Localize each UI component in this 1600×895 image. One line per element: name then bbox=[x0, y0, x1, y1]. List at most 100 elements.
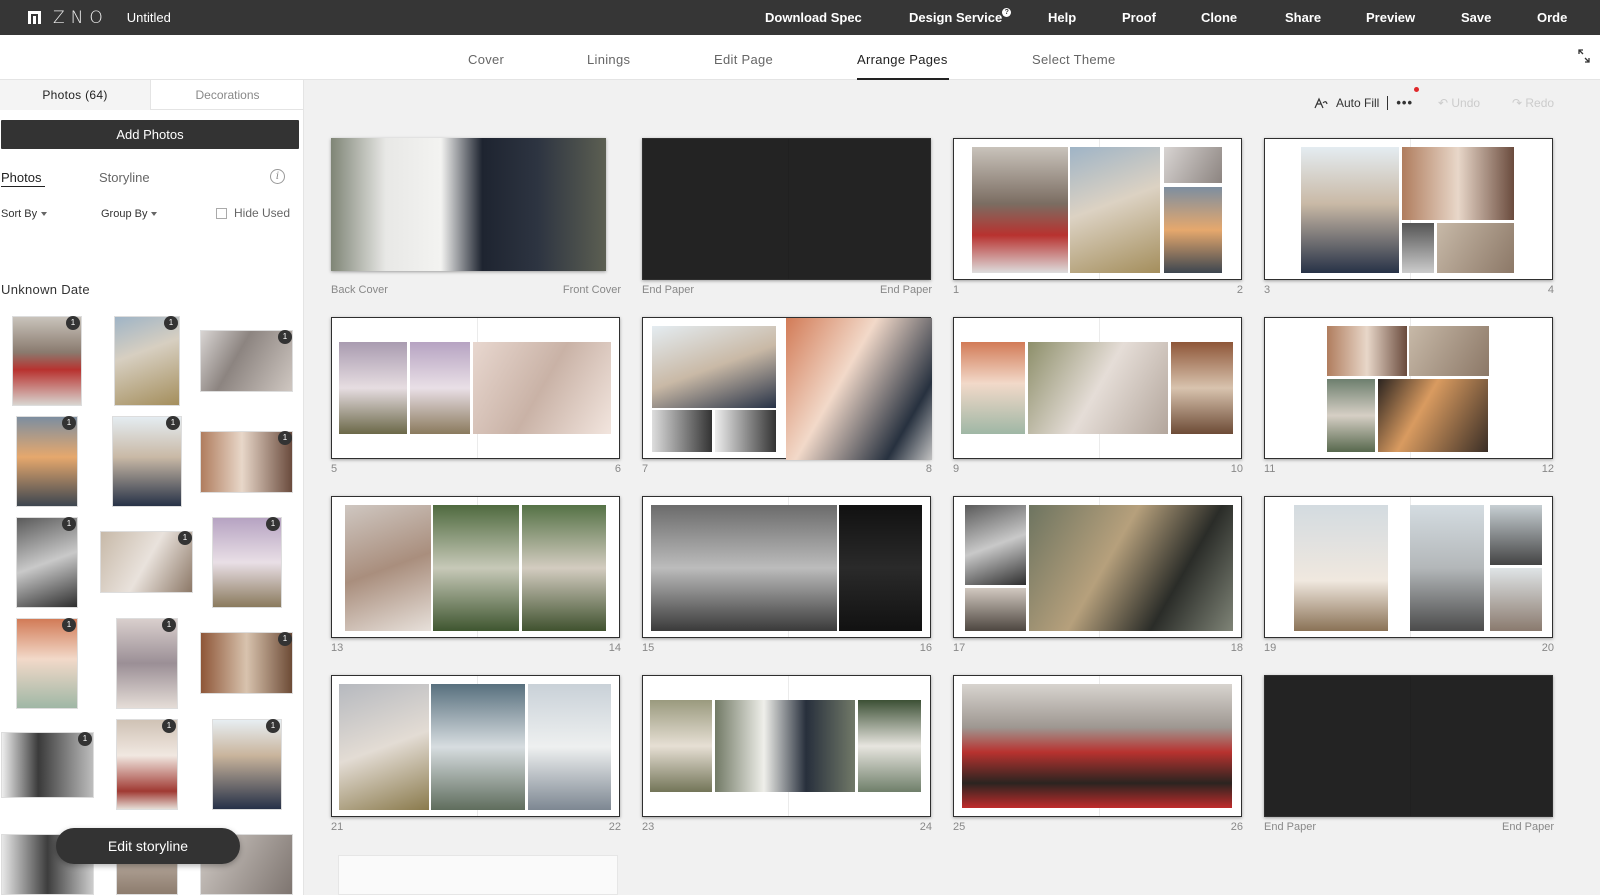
tab-photos[interactable]: Photos (64) bbox=[0, 80, 150, 110]
page-spread[interactable] bbox=[953, 138, 1242, 280]
fullscreen-icon[interactable] bbox=[1578, 49, 1590, 63]
nav-download-spec[interactable]: Download Spec bbox=[765, 10, 862, 25]
page-spread[interactable] bbox=[1264, 675, 1553, 817]
nav-share[interactable]: Share bbox=[1285, 10, 1321, 25]
page-spread[interactable] bbox=[953, 675, 1242, 817]
more-options-button[interactable]: ••• bbox=[1396, 87, 1420, 110]
page-number-right: 6 bbox=[614, 463, 621, 475]
page-spread[interactable] bbox=[642, 496, 931, 638]
tab-linings[interactable]: Linings bbox=[587, 52, 630, 67]
tab-cover[interactable]: Cover bbox=[468, 52, 504, 67]
layout-photo[interactable] bbox=[331, 138, 606, 271]
page-number-right: Front Cover bbox=[562, 284, 621, 296]
layout-photo[interactable] bbox=[858, 700, 921, 792]
layout-photo[interactable] bbox=[972, 147, 1068, 273]
layout-photo[interactable] bbox=[1301, 147, 1399, 273]
layout-photo[interactable] bbox=[1070, 147, 1160, 273]
page-spread[interactable] bbox=[331, 496, 620, 638]
layout-photo[interactable] bbox=[1171, 342, 1233, 434]
layout-photo[interactable] bbox=[339, 342, 407, 434]
layout-photo[interactable] bbox=[965, 505, 1026, 585]
page-number-left: 7 bbox=[642, 463, 649, 475]
layout-photo[interactable] bbox=[651, 505, 837, 631]
layout-photo[interactable] bbox=[1402, 223, 1434, 273]
document-title[interactable]: Untitled bbox=[127, 10, 171, 25]
layout-photo[interactable] bbox=[965, 588, 1026, 631]
page-spread[interactable] bbox=[1264, 496, 1553, 638]
layout-photo[interactable] bbox=[839, 505, 922, 631]
hide-used-checkbox[interactable] bbox=[216, 207, 227, 219]
page-spread[interactable] bbox=[1264, 317, 1553, 459]
auto-fill-button[interactable]: Auto Fill bbox=[1336, 96, 1379, 110]
redo-button[interactable]: ↷ Redo bbox=[1512, 96, 1554, 110]
layout-photo[interactable] bbox=[1490, 505, 1542, 565]
layout-photo[interactable] bbox=[1327, 379, 1375, 452]
page-spread[interactable] bbox=[331, 675, 620, 817]
layout-photo[interactable] bbox=[1378, 379, 1488, 452]
page-spread[interactable] bbox=[642, 138, 931, 280]
nav-design-service[interactable]: Design Service? bbox=[909, 8, 1012, 25]
layout-photo[interactable] bbox=[522, 505, 606, 631]
page-spread[interactable] bbox=[1264, 138, 1553, 280]
layout-photo[interactable] bbox=[1402, 147, 1514, 220]
nav-order[interactable]: Orde bbox=[1537, 10, 1567, 25]
layout-photo[interactable] bbox=[961, 342, 1025, 434]
layout-photo[interactable] bbox=[786, 318, 932, 460]
layout-photo[interactable] bbox=[1327, 326, 1407, 376]
layout-photo[interactable] bbox=[715, 410, 776, 452]
page-number-left: 9 bbox=[953, 463, 960, 475]
subtab-photos[interactable]: Photos bbox=[1, 170, 41, 185]
info-icon[interactable]: i bbox=[270, 169, 285, 184]
undo-button[interactable]: ↶ Undo bbox=[1438, 96, 1480, 110]
nav-clone[interactable]: Clone bbox=[1201, 10, 1237, 25]
page-spread[interactable] bbox=[642, 675, 931, 817]
page-number-right: End Paper bbox=[1502, 821, 1554, 833]
page-number-left: 19 bbox=[1264, 642, 1277, 654]
layout-photo[interactable] bbox=[652, 410, 712, 452]
zno-logo[interactable]: ZNO bbox=[28, 0, 109, 35]
add-spread-placeholder[interactable] bbox=[338, 855, 618, 895]
tab-select-theme[interactable]: Select Theme bbox=[1032, 52, 1116, 67]
tab-arrange-pages[interactable]: Arrange Pages bbox=[857, 52, 948, 67]
nav-help[interactable]: Help bbox=[1048, 10, 1076, 25]
page-spread[interactable] bbox=[953, 496, 1242, 638]
add-photos-button[interactable]: Add Photos bbox=[1, 120, 299, 149]
layout-photo[interactable] bbox=[410, 342, 470, 434]
layout-photo[interactable] bbox=[650, 700, 712, 792]
layout-photo[interactable] bbox=[431, 684, 525, 810]
layout-photo[interactable] bbox=[473, 342, 611, 434]
layout-photo[interactable] bbox=[345, 505, 431, 631]
edit-storyline-button[interactable]: Edit storyline bbox=[56, 828, 240, 864]
nav-proof[interactable]: Proof bbox=[1122, 10, 1156, 25]
page-spread[interactable] bbox=[953, 317, 1242, 459]
layout-photo[interactable] bbox=[1294, 505, 1388, 631]
layout-photo[interactable] bbox=[1164, 147, 1222, 183]
page-spread[interactable] bbox=[642, 317, 932, 460]
group-by-dropdown[interactable]: Group By bbox=[101, 208, 158, 220]
subtab-storyline[interactable]: Storyline bbox=[99, 170, 150, 185]
layout-photo[interactable] bbox=[1029, 505, 1233, 631]
layout-photo[interactable] bbox=[962, 684, 1232, 808]
nav-preview[interactable]: Preview bbox=[1366, 10, 1415, 25]
page-spread[interactable] bbox=[331, 317, 620, 459]
usage-badge: 1 bbox=[266, 719, 280, 733]
page-spread[interactable] bbox=[331, 138, 606, 271]
layout-photo[interactable] bbox=[1028, 342, 1168, 434]
layout-photo[interactable] bbox=[1410, 505, 1484, 631]
layout-photo[interactable] bbox=[433, 505, 519, 631]
layout-photo[interactable] bbox=[1164, 187, 1222, 273]
tab-edit-page[interactable]: Edit Page bbox=[714, 52, 773, 67]
layout-photo[interactable] bbox=[715, 700, 855, 792]
sort-by-label: Sort By bbox=[1, 208, 38, 220]
tab-decorations[interactable]: Decorations bbox=[150, 80, 303, 110]
layout-photo[interactable] bbox=[339, 684, 429, 810]
layout-photo[interactable] bbox=[1409, 326, 1489, 376]
layout-photo[interactable] bbox=[1490, 568, 1542, 631]
layout-photo[interactable] bbox=[1437, 223, 1514, 273]
hide-used-toggle[interactable]: Hide Used bbox=[216, 206, 290, 220]
layout-photo[interactable] bbox=[652, 326, 776, 408]
layout-photo[interactable] bbox=[528, 684, 611, 810]
nav-save[interactable]: Save bbox=[1461, 10, 1491, 25]
page-number-left: 17 bbox=[953, 642, 966, 654]
sort-by-dropdown[interactable]: Sort By bbox=[1, 208, 48, 220]
